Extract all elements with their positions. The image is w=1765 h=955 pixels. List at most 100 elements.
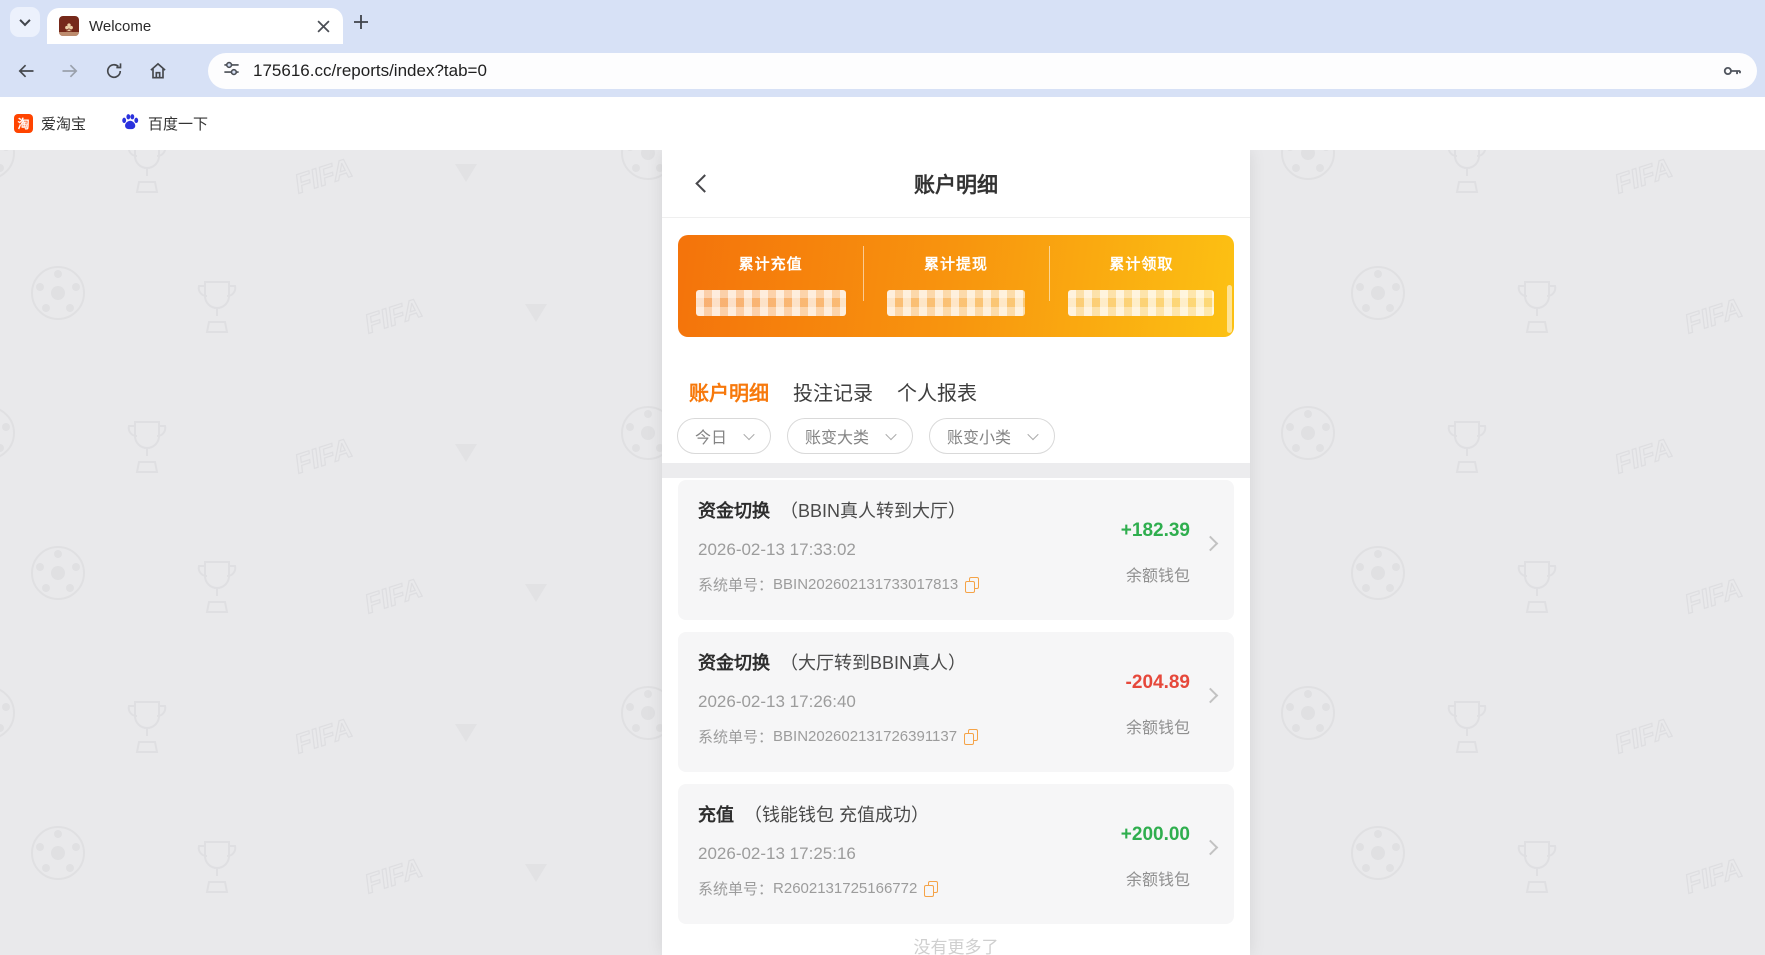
forward-icon[interactable] bbox=[60, 61, 80, 81]
section-tabs: 账户明细 投注记录 个人报表 bbox=[689, 377, 1250, 406]
transaction-type: 资金切换 bbox=[698, 497, 770, 523]
pattern-stamp: FIFA bbox=[1675, 558, 1765, 629]
pattern-stamp bbox=[195, 558, 239, 623]
tab-personal-report[interactable]: 个人报表 bbox=[897, 377, 977, 406]
chevron-down-icon bbox=[743, 429, 754, 440]
transaction-amount: -204.89 bbox=[1126, 672, 1190, 694]
stat-total-claimed: 累计领取 bbox=[1049, 235, 1234, 337]
pattern-stamp bbox=[30, 265, 86, 326]
transaction-subtitle: （BBIN真人转到大厅） bbox=[780, 497, 966, 523]
pattern-stamp: FIFA bbox=[1605, 418, 1706, 489]
pattern-stamp bbox=[125, 698, 169, 763]
bookmarks-bar: 淘 爱淘宝 百度一下 bbox=[0, 97, 1765, 150]
bookmark-aitaobao[interactable]: 淘 爱淘宝 bbox=[14, 113, 86, 134]
filter-major-category[interactable]: 账变大类 bbox=[787, 418, 913, 454]
browser-toolbar: 175616.cc/reports/index?tab=0 bbox=[0, 44, 1765, 97]
transaction-row[interactable]: 资金切换 （BBIN真人转到大厅） 2026-02-13 17:33:02 系统… bbox=[678, 480, 1234, 620]
chevron-left-icon[interactable] bbox=[695, 174, 713, 192]
svg-text:FIFA: FIFA bbox=[291, 713, 356, 760]
masked-value bbox=[887, 290, 1025, 316]
pattern-stamp: FIFA bbox=[285, 698, 386, 769]
svg-text:FIFA: FIFA bbox=[1681, 573, 1746, 620]
wallet-label: 余额钱包 bbox=[1126, 714, 1190, 738]
browser-tab-strip: ♣ Welcome bbox=[0, 0, 1765, 44]
stat-label: 累计充值 bbox=[678, 253, 863, 274]
tab-search-button[interactable] bbox=[10, 7, 40, 37]
pattern-stamp bbox=[1445, 418, 1489, 483]
masked-value bbox=[1068, 290, 1214, 316]
filter-minor-category[interactable]: 账变小类 bbox=[929, 418, 1055, 454]
chevron-down-icon bbox=[1027, 429, 1038, 440]
site-favicon: ♣ bbox=[59, 16, 79, 36]
transaction-amount: +182.39 bbox=[1121, 520, 1190, 542]
pattern-stamp: FIFA bbox=[355, 278, 456, 349]
bookmark-label: 爱淘宝 bbox=[41, 113, 86, 134]
tab-bet-records[interactable]: 投注记录 bbox=[793, 377, 873, 406]
transaction-datetime: 2026-02-13 17:25:16 bbox=[698, 844, 1214, 864]
back-icon[interactable] bbox=[16, 61, 36, 81]
pattern-stamp bbox=[195, 838, 239, 903]
tab-title: Welcome bbox=[89, 18, 151, 35]
address-bar[interactable]: 175616.cc/reports/index?tab=0 bbox=[208, 53, 1757, 89]
svg-text:FIFA: FIFA bbox=[1681, 853, 1746, 900]
site-settings-icon[interactable] bbox=[222, 59, 241, 83]
order-number: BBIN202602131726391137 bbox=[773, 728, 957, 745]
tab-account-detail[interactable]: 账户明细 bbox=[689, 377, 769, 406]
url-text[interactable]: 175616.cc/reports/index?tab=0 bbox=[253, 61, 487, 81]
password-key-icon[interactable] bbox=[1721, 60, 1743, 82]
baidu-icon bbox=[120, 112, 140, 136]
svg-text:FIFA: FIFA bbox=[291, 153, 356, 200]
browser-tab[interactable]: ♣ Welcome bbox=[47, 8, 343, 44]
pattern-stamp bbox=[455, 724, 477, 747]
transaction-row[interactable]: 充值 （钱能钱包 充值成功） 2026-02-13 17:25:16 系统单号：… bbox=[678, 784, 1234, 924]
transaction-row[interactable]: 资金切换 （大厅转到BBIN真人） 2026-02-13 17:26:40 系统… bbox=[678, 632, 1234, 772]
pattern-stamp: FIFA bbox=[1675, 838, 1765, 909]
stat-total-withdraw: 累计提现 bbox=[863, 235, 1048, 337]
stat-label: 累计提现 bbox=[863, 253, 1048, 274]
transaction-type: 资金切换 bbox=[698, 649, 770, 675]
order-number: BBIN202602131733017813 bbox=[773, 576, 958, 593]
tab-label: 投注记录 bbox=[793, 377, 873, 406]
copy-icon[interactable] bbox=[964, 729, 977, 744]
order-label: 系统单号： bbox=[698, 878, 773, 899]
svg-text:FIFA: FIFA bbox=[1681, 293, 1746, 340]
pattern-stamp: FIFA bbox=[1675, 278, 1765, 349]
taobao-icon: 淘 bbox=[14, 114, 33, 133]
pattern-stamp bbox=[1350, 545, 1406, 606]
transaction-datetime: 2026-02-13 17:33:02 bbox=[698, 540, 1214, 560]
pattern-stamp: FIFA bbox=[285, 150, 386, 209]
transaction-type: 充值 bbox=[698, 801, 734, 827]
transaction-subtitle: （钱能钱包 充值成功） bbox=[744, 801, 929, 827]
pattern-stamp: FIFA bbox=[355, 838, 456, 909]
pattern-stamp: FIFA bbox=[1605, 150, 1706, 209]
close-tab-icon[interactable] bbox=[315, 18, 331, 34]
pattern-stamp: FIFA bbox=[355, 558, 456, 629]
pattern-stamp bbox=[455, 164, 477, 187]
reload-icon[interactable] bbox=[104, 61, 124, 81]
copy-icon[interactable] bbox=[965, 577, 978, 592]
transaction-datetime: 2026-02-13 17:26:40 bbox=[698, 692, 1214, 712]
panel-header: 账户明细 bbox=[662, 150, 1250, 218]
svg-text:FIFA: FIFA bbox=[1611, 713, 1676, 760]
svg-text:FIFA: FIFA bbox=[361, 293, 426, 340]
tab-label: 账户明细 bbox=[689, 377, 769, 406]
chevron-down-icon bbox=[885, 429, 896, 440]
pattern-stamp: FIFA bbox=[285, 418, 386, 489]
card-scroll-indicator bbox=[1227, 285, 1232, 333]
bookmark-label: 百度一下 bbox=[148, 113, 208, 134]
wallet-label: 余额钱包 bbox=[1126, 866, 1190, 890]
new-tab-icon[interactable] bbox=[352, 13, 370, 31]
copy-icon[interactable] bbox=[924, 881, 937, 896]
home-icon[interactable] bbox=[148, 61, 168, 81]
filter-label: 账变小类 bbox=[947, 424, 1011, 448]
pattern-stamp bbox=[195, 278, 239, 343]
transaction-amount: +200.00 bbox=[1121, 824, 1190, 846]
end-of-list-text: 没有更多了 bbox=[662, 933, 1250, 955]
section-divider bbox=[662, 463, 1250, 478]
filter-date[interactable]: 今日 bbox=[677, 418, 771, 454]
pattern-stamp bbox=[30, 545, 86, 606]
pattern-stamp bbox=[525, 864, 547, 887]
bookmark-baidu[interactable]: 百度一下 bbox=[120, 112, 208, 136]
filter-label: 今日 bbox=[695, 424, 727, 448]
chevron-down-icon bbox=[19, 15, 30, 26]
